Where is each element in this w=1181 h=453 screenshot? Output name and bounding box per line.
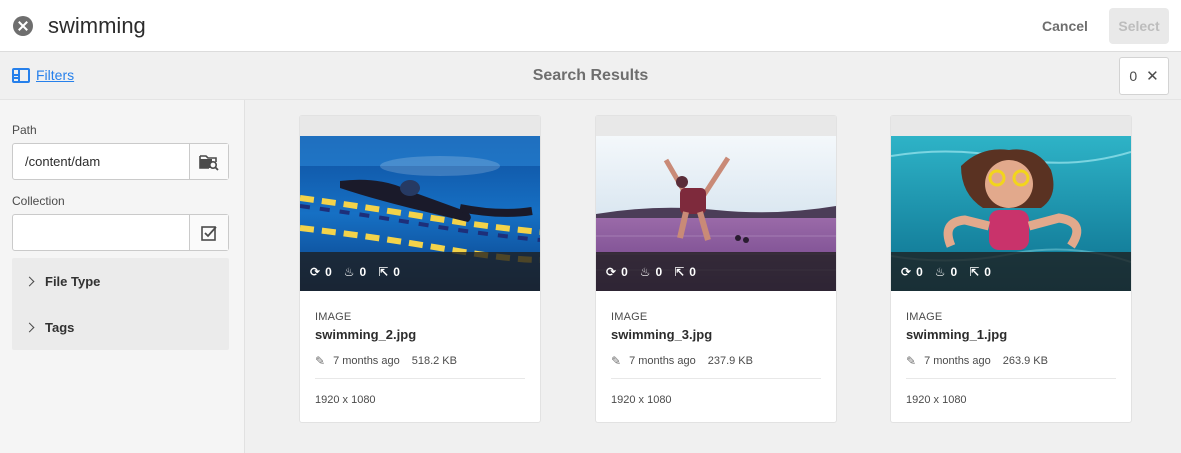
search-input[interactable] bbox=[48, 10, 948, 42]
selection-count-button[interactable]: 0 ✕ bbox=[1119, 57, 1169, 95]
stat-impressions: ♨ 0 bbox=[343, 264, 367, 279]
asset-name: swimming_2.jpg bbox=[315, 327, 417, 342]
cursor-icon: ⇱ bbox=[969, 264, 980, 279]
checkbox-icon bbox=[201, 225, 217, 241]
filters-label[interactable]: Filters bbox=[36, 67, 74, 83]
cursor-icon: ⇱ bbox=[674, 264, 685, 279]
clear-search-icon[interactable] bbox=[13, 16, 33, 36]
asset-meta: IMAGE swimming_1.jpg ✎ 7 months ago 263.… bbox=[906, 311, 1116, 406]
asset-stats-bar: ⟳ 0 ♨ 0 ⇱ 0 bbox=[596, 252, 836, 291]
collection-input[interactable] bbox=[13, 215, 191, 250]
search-bar: Cancel Select bbox=[0, 0, 1181, 52]
select-button[interactable]: Select bbox=[1109, 8, 1169, 44]
filter-rail: Path Collection File Type bbox=[0, 100, 245, 453]
browse-path-button[interactable] bbox=[189, 144, 228, 179]
divider bbox=[315, 378, 525, 379]
asset-info: ✎ 7 months ago 263.9 KB bbox=[906, 354, 1116, 368]
pencil-icon: ✎ bbox=[315, 354, 326, 368]
chevron-right-icon bbox=[24, 276, 35, 286]
filter-section-label: Tags bbox=[45, 319, 75, 335]
asset-stats-bar: ⟳ 0 ♨ 0 ⇱ 0 bbox=[891, 252, 1131, 291]
browse-collection-button[interactable] bbox=[189, 215, 228, 250]
asset-card[interactable]: ⟳ 0 ♨ 0 ⇱ 0 IMAGE swimming_1.jpg ✎ 7 months… bbox=[890, 115, 1132, 423]
asset-name: swimming_3.jpg bbox=[611, 327, 713, 342]
filter-section-file-type[interactable]: File Type bbox=[12, 258, 229, 304]
impressions-icon: ♨ bbox=[343, 264, 355, 279]
folder-search-icon bbox=[199, 154, 219, 171]
asset-meta: IMAGE swimming_2.jpg ✎ 7 months ago 518.… bbox=[315, 311, 525, 406]
pencil-icon: ✎ bbox=[611, 354, 622, 368]
asset-info: ✎ 7 months ago 518.2 KB bbox=[315, 354, 525, 368]
asset-type: IMAGE bbox=[906, 311, 943, 323]
stat-revisions: ⟳ 0 bbox=[606, 264, 628, 279]
asset-modified: 7 months ago bbox=[333, 355, 400, 367]
collection-field bbox=[12, 214, 229, 251]
chevron-right-icon bbox=[24, 322, 35, 332]
filter-section-label: File Type bbox=[45, 273, 101, 289]
asset-card[interactable]: ⟳ 0 ♨ 0 ⇱ 0 IMAGE swimming_3.jpg ✎ 7 months… bbox=[595, 115, 837, 423]
selection-count: 0 bbox=[1129, 68, 1138, 84]
card-header bbox=[596, 116, 836, 136]
asset-dimensions: 1920 x 1080 bbox=[611, 394, 672, 406]
asset-name: swimming_1.jpg bbox=[906, 327, 1008, 342]
cursor-icon: ⇱ bbox=[378, 264, 389, 279]
filters-toggle[interactable]: Filters bbox=[12, 67, 74, 83]
collection-label: Collection bbox=[12, 194, 65, 208]
stat-clicks: ⇱ 0 bbox=[969, 264, 991, 279]
page-title: Search Results bbox=[532, 67, 649, 84]
impressions-icon: ♨ bbox=[934, 264, 946, 279]
stat-revisions: ⟳ 0 bbox=[310, 264, 332, 279]
asset-modified: 7 months ago bbox=[629, 355, 696, 367]
stat-clicks: ⇱ 0 bbox=[378, 264, 400, 279]
path-field bbox=[12, 143, 229, 180]
filter-accordion: File Type Tags bbox=[12, 258, 229, 350]
divider bbox=[611, 378, 821, 379]
stat-impressions: ♨ 0 bbox=[639, 264, 663, 279]
cancel-button[interactable]: Cancel bbox=[1030, 13, 1100, 39]
asset-type: IMAGE bbox=[611, 311, 648, 323]
card-header bbox=[300, 116, 540, 136]
asset-modified: 7 months ago bbox=[924, 355, 991, 367]
stat-clicks: ⇱ 0 bbox=[674, 264, 696, 279]
asset-dimensions: 1920 x 1080 bbox=[315, 394, 376, 406]
asset-type: IMAGE bbox=[315, 311, 352, 323]
divider bbox=[906, 378, 1116, 379]
card-header bbox=[891, 116, 1131, 136]
filter-section-tags[interactable]: Tags bbox=[12, 304, 229, 350]
asset-stats-bar: ⟳ 0 ♨ 0 ⇱ 0 bbox=[300, 252, 540, 291]
pencil-icon: ✎ bbox=[906, 354, 917, 368]
asset-size: 518.2 KB bbox=[411, 355, 457, 367]
stat-revisions: ⟳ 0 bbox=[901, 264, 923, 279]
stat-impressions: ♨ 0 bbox=[934, 264, 958, 279]
asset-meta: IMAGE swimming_3.jpg ✎ 7 months ago 237.… bbox=[611, 311, 821, 406]
path-input[interactable] bbox=[13, 144, 191, 179]
close-icon[interactable]: ✕ bbox=[1146, 67, 1159, 85]
asset-size: 263.9 KB bbox=[1002, 355, 1048, 367]
action-bar: Filters Search Results 0 ✕ bbox=[0, 52, 1181, 100]
asset-dimensions: 1920 x 1080 bbox=[906, 394, 967, 406]
asset-info: ✎ 7 months ago 237.9 KB bbox=[611, 354, 821, 368]
path-label: Path bbox=[12, 123, 37, 137]
asset-card[interactable]: ⟳ 0 ♨ 0 ⇱ 0 IMAGE swimming_2.jpg ✎ 7 months… bbox=[299, 115, 541, 423]
refresh-icon: ⟳ bbox=[310, 264, 321, 279]
refresh-icon: ⟳ bbox=[606, 264, 617, 279]
impressions-icon: ♨ bbox=[639, 264, 651, 279]
refresh-icon: ⟳ bbox=[901, 264, 912, 279]
rail-toggle-icon bbox=[12, 67, 30, 83]
asset-size: 237.9 KB bbox=[707, 355, 753, 367]
